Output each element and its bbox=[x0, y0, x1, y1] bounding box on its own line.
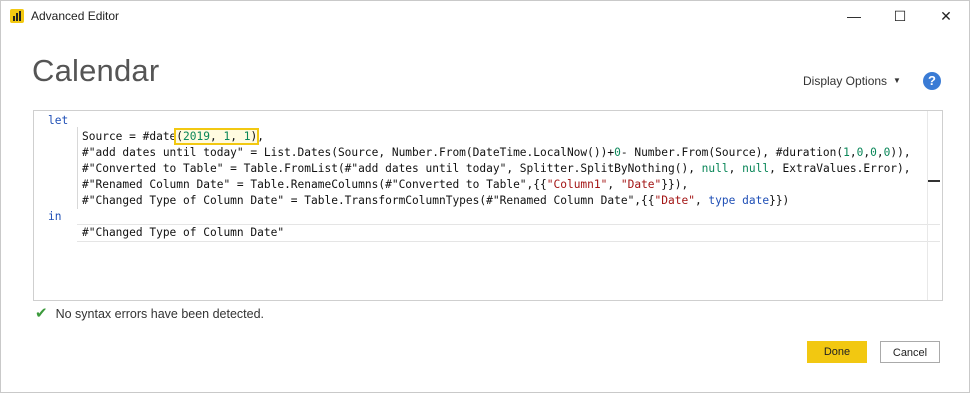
code-token: }}) bbox=[769, 194, 790, 207]
display-options-label: Display Options bbox=[803, 74, 888, 88]
help-icon[interactable]: ? bbox=[923, 72, 941, 90]
title-bar[interactable]: Advanced Editor — ☐ ✕ bbox=[1, 1, 969, 31]
syntax-status: ✔ No syntax errors have been detected. bbox=[35, 304, 264, 322]
code-token: - Number.From(Source), #duration( bbox=[620, 146, 844, 159]
code-token: , bbox=[257, 130, 264, 143]
vertical-scrollbar[interactable] bbox=[927, 111, 942, 300]
code-line-result: #"Changed Type of Column Date" bbox=[48, 225, 911, 241]
code-line-changed-type: #"Changed Type of Column Date" = Table.T… bbox=[48, 193, 911, 209]
keyword-date: date bbox=[742, 194, 770, 207]
syntax-status-message: No syntax errors have been detected. bbox=[55, 307, 265, 321]
cancel-button[interactable]: Cancel bbox=[880, 341, 940, 363]
window-title: Advanced Editor bbox=[31, 9, 120, 23]
code-line-converted: #"Converted to Table" = Table.FromList(#… bbox=[48, 161, 911, 177]
string-token: "Date" bbox=[654, 194, 695, 207]
advanced-editor-window: Advanced Editor — ☐ ✕ Calendar Display O… bbox=[0, 0, 970, 393]
string-token: "Date" bbox=[620, 178, 662, 191]
checkmark-icon: ✔ bbox=[35, 305, 48, 322]
display-options-dropdown[interactable]: Display Options ▼ bbox=[803, 74, 901, 88]
close-button[interactable]: ✕ bbox=[923, 1, 969, 31]
code-token: )), bbox=[890, 146, 911, 159]
scrollbar-marker bbox=[928, 180, 940, 182]
code-token: }}), bbox=[661, 178, 689, 191]
number-token: 1 bbox=[843, 146, 850, 159]
maximize-button[interactable]: ☐ bbox=[877, 1, 923, 31]
query-name-title: Calendar bbox=[32, 53, 160, 88]
keyword-in: in bbox=[48, 210, 62, 223]
code-token: , bbox=[210, 130, 224, 143]
code-token: , bbox=[849, 146, 857, 159]
number-token: 0 bbox=[870, 146, 877, 159]
highlighted-date-arguments: (2019, 1, 1) bbox=[174, 128, 260, 145]
code-token: #"add dates until today" = List.Dates(So… bbox=[82, 146, 615, 159]
code-token: , bbox=[694, 194, 709, 207]
code-line: in bbox=[48, 209, 911, 225]
code-token: , bbox=[728, 162, 743, 175]
string-token: "Column1" bbox=[546, 178, 608, 191]
power-bi-logo-icon bbox=[10, 9, 24, 23]
code-token: , bbox=[876, 146, 884, 159]
code-token: , ExtraValues.Error), bbox=[769, 162, 911, 175]
code-token: , bbox=[230, 130, 244, 143]
null-token: null bbox=[701, 162, 729, 175]
code-token: #"Changed Type of Column Date" = Table.T… bbox=[82, 194, 655, 207]
minimize-button[interactable]: — bbox=[831, 1, 877, 31]
number-token: 0 bbox=[614, 146, 621, 159]
code-token: Source = #date bbox=[82, 130, 177, 143]
number-token: 2019 bbox=[183, 130, 210, 143]
keyword-let: let bbox=[48, 114, 69, 127]
done-button[interactable]: Done bbox=[807, 341, 867, 363]
code-token: , bbox=[607, 178, 621, 191]
chevron-down-icon: ▼ bbox=[893, 76, 901, 85]
code-line-source: Source = #date(2019, 1, 1), bbox=[48, 128, 911, 145]
code-editor[interactable]: let Source = #date(2019, 1, 1), #"add da… bbox=[33, 110, 943, 301]
code-token: #"Renamed Column Date" = Table.RenameCol… bbox=[82, 178, 547, 191]
null-token: null bbox=[742, 162, 770, 175]
code-token: #"Converted to Table" = Table.FromList(#… bbox=[82, 162, 702, 175]
code-line: let bbox=[48, 113, 911, 129]
code-token: #"Changed Type of Column Date" bbox=[82, 226, 285, 239]
code-line-add-dates: #"add dates until today" = List.Dates(So… bbox=[48, 145, 911, 161]
code-content[interactable]: let Source = #date(2019, 1, 1), #"add da… bbox=[48, 113, 911, 241]
keyword-type: type bbox=[708, 194, 736, 207]
code-line-renamed: #"Renamed Column Date" = Table.RenameCol… bbox=[48, 177, 911, 193]
